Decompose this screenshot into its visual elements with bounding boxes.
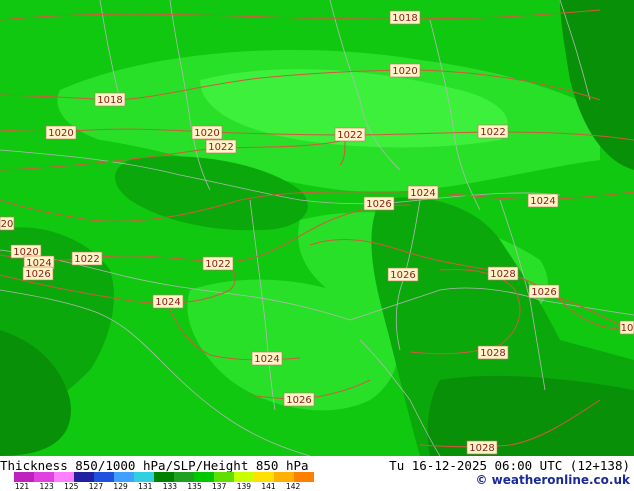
isobar-label: 1026 bbox=[387, 267, 419, 282]
svg-text:1024: 1024 bbox=[530, 196, 555, 207]
darker-green-field-se bbox=[427, 375, 634, 456]
svg-text:1020: 1020 bbox=[194, 128, 219, 139]
svg-text:1022: 1022 bbox=[208, 142, 233, 153]
isobar-label: 1028 bbox=[477, 345, 509, 360]
isobar-label: 1018 bbox=[389, 10, 421, 25]
legend-swatch bbox=[154, 472, 174, 482]
legend-swatch bbox=[134, 472, 154, 482]
legend-swatch bbox=[274, 472, 294, 482]
svg-text:1026: 1026 bbox=[366, 199, 391, 210]
isobar-label: 1028 bbox=[487, 266, 519, 281]
isobar-label: 1022 bbox=[477, 124, 509, 139]
legend-swatch bbox=[254, 472, 274, 482]
legend-swatch bbox=[34, 472, 54, 482]
isobar-label: 1020 bbox=[389, 63, 421, 78]
isobar-label: 1022 bbox=[334, 127, 366, 142]
svg-text:20: 20 bbox=[1, 219, 14, 230]
legend-swatch bbox=[14, 472, 34, 482]
color-scale-legend bbox=[14, 472, 314, 482]
legend-tick-labels: 121 123 125 127 129 131 133 135 137 139 141 142 bbox=[14, 482, 314, 491]
isobar-label: 1024 bbox=[251, 351, 283, 366]
isobar-label: 1024 bbox=[527, 193, 559, 208]
svg-text:1024: 1024 bbox=[254, 354, 279, 365]
svg-text:1028: 1028 bbox=[469, 443, 494, 454]
svg-text:1018: 1018 bbox=[392, 13, 417, 24]
isobar-label: 10 bbox=[619, 320, 634, 335]
isobar-label: 1026 bbox=[22, 266, 54, 281]
isobar-label: 1026 bbox=[528, 284, 560, 299]
svg-text:1022: 1022 bbox=[337, 130, 362, 141]
site-credit: © weatheronline.co.uk bbox=[475, 473, 630, 487]
isobar-label: 1024 bbox=[152, 294, 184, 309]
isobar-label: 1028 bbox=[466, 440, 498, 455]
svg-text:1022: 1022 bbox=[74, 254, 99, 265]
isobar-label: 1026 bbox=[363, 196, 395, 211]
isobar-label: 1022 bbox=[205, 139, 237, 154]
svg-text:1018: 1018 bbox=[97, 95, 122, 106]
svg-text:1020: 1020 bbox=[48, 128, 73, 139]
legend-swatch bbox=[194, 472, 214, 482]
svg-text:1026: 1026 bbox=[286, 395, 311, 406]
isobar-label: 1022 bbox=[71, 251, 103, 266]
svg-text:1026: 1026 bbox=[531, 287, 556, 298]
svg-text:1028: 1028 bbox=[480, 348, 505, 359]
legend-swatch bbox=[114, 472, 134, 482]
legend-swatch bbox=[74, 472, 94, 482]
svg-text:1024: 1024 bbox=[410, 188, 435, 199]
legend-swatch bbox=[234, 472, 254, 482]
svg-text:1022: 1022 bbox=[480, 127, 505, 138]
isobar-label: 1020 bbox=[45, 125, 77, 140]
svg-text:1022: 1022 bbox=[205, 259, 230, 270]
isobar-label: 1026 bbox=[283, 392, 315, 407]
isobar-label: 1024 bbox=[407, 185, 439, 200]
legend-swatch bbox=[54, 472, 74, 482]
weather-map: 1018 1020 1018 1020 1020 1022 1022 1022 … bbox=[0, 0, 634, 456]
legend-swatch bbox=[294, 472, 314, 482]
legend-swatch bbox=[214, 472, 234, 482]
isobar-label: 1022 bbox=[202, 256, 234, 271]
svg-text:1024: 1024 bbox=[155, 297, 180, 308]
svg-text:1026: 1026 bbox=[390, 270, 415, 281]
svg-text:1026: 1026 bbox=[25, 269, 50, 280]
isobar-label: 1020 bbox=[191, 125, 223, 140]
svg-text:1028: 1028 bbox=[490, 269, 515, 280]
map-valid-time: Tu 16-12-2025 06:00 UTC (12+138) bbox=[389, 458, 630, 473]
svg-text:1020: 1020 bbox=[392, 66, 417, 77]
legend-swatch bbox=[174, 472, 194, 482]
isobar-label: 1018 bbox=[94, 92, 126, 107]
map-canvas: 1018 1020 1018 1020 1020 1022 1022 1022 … bbox=[0, 0, 634, 456]
svg-text:10: 10 bbox=[621, 323, 634, 334]
isobar-label: 20 bbox=[0, 216, 15, 231]
map-title: Thickness 850/1000 hPa/SLP/Height 850 hP… bbox=[0, 458, 309, 473]
legend-swatch bbox=[94, 472, 114, 482]
